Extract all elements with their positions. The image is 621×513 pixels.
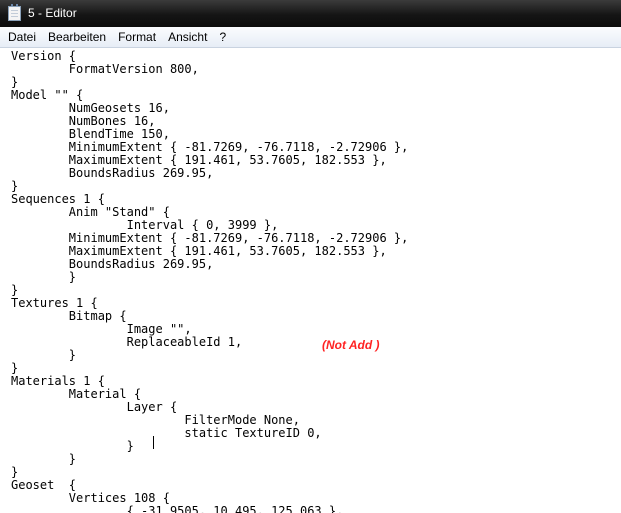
title-bar: 5 - Editor bbox=[0, 0, 621, 27]
text-caret bbox=[153, 436, 154, 449]
code-line: FormatVersion 800, bbox=[11, 62, 199, 76]
code-line: } bbox=[11, 348, 77, 362]
notepad-icon[interactable] bbox=[8, 4, 21, 21]
code-line: BoundsRadius 269.95, bbox=[11, 166, 214, 180]
menu-help[interactable]: ? bbox=[213, 27, 232, 47]
code-line: { -31.9505, 10.495, 125.063 }, bbox=[11, 504, 344, 513]
window-title: 5 - Editor bbox=[28, 6, 77, 20]
menu-datei[interactable]: Datei bbox=[0, 27, 42, 47]
menu-bar: Datei Bearbeiten Format Ansicht ? bbox=[0, 27, 621, 48]
menu-ansicht[interactable]: Ansicht bbox=[162, 27, 213, 47]
code-line: } bbox=[11, 270, 77, 284]
text-editor-area[interactable]: Version { FormatVersion 800, } Model "" … bbox=[0, 48, 621, 513]
menu-bearbeiten[interactable]: Bearbeiten bbox=[42, 27, 112, 47]
menu-format[interactable]: Format bbox=[112, 27, 162, 47]
code-line: } bbox=[11, 452, 77, 466]
not-add-annotation: (Not Add ) bbox=[322, 338, 380, 352]
